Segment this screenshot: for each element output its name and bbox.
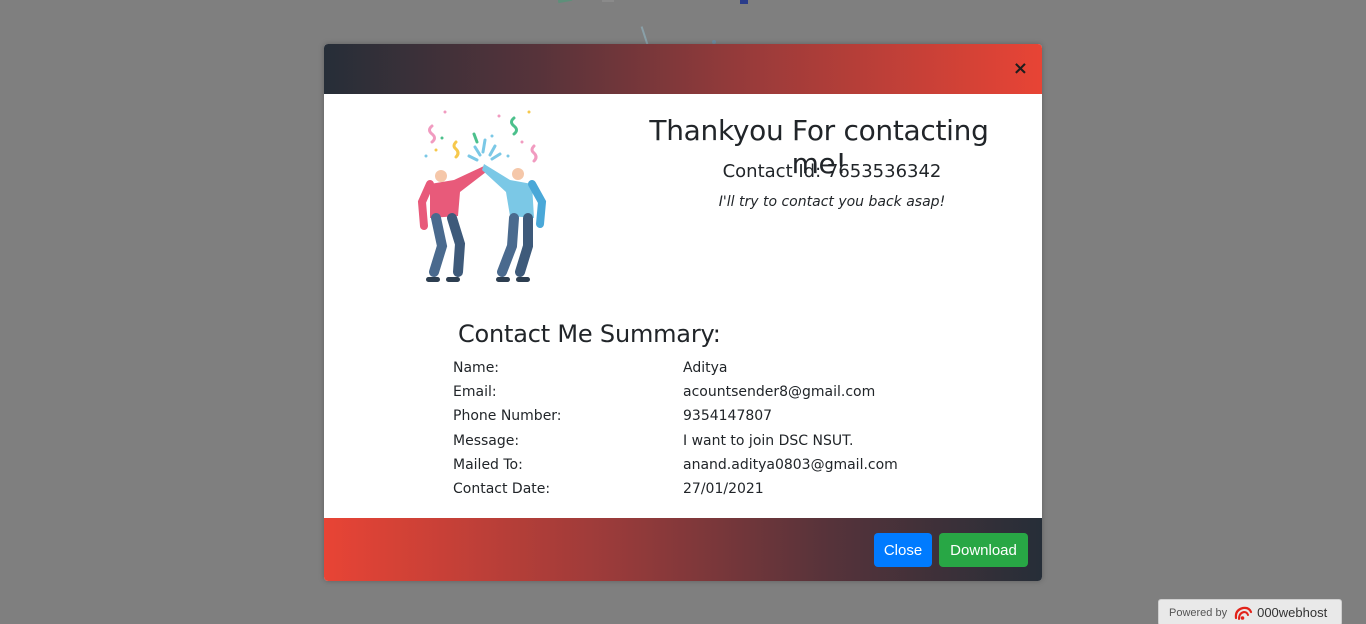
- summary-row-mailed-to: Mailed To: anand.aditya0803@gmail.com: [453, 453, 913, 477]
- contact-id: Contact Id: 7653536342: [722, 161, 942, 182]
- summary-value: 9354147807: [683, 408, 773, 425]
- summary-value: 27/01/2021: [683, 481, 764, 498]
- summary-row-phone: Phone Number: 9354147807: [453, 404, 913, 428]
- close-button[interactable]: Close: [874, 533, 932, 567]
- summary-label: Contact Date:: [453, 481, 551, 498]
- 000webhost-logo-icon: [1234, 606, 1253, 620]
- powered-by-badge[interactable]: Powered by 000webhost: [1158, 599, 1342, 624]
- summary-value: anand.aditya0803@gmail.com: [683, 456, 898, 473]
- powered-by-brand: 000webhost: [1257, 605, 1328, 620]
- summary-row-email: Email: acountsender8@gmail.com: [453, 380, 913, 404]
- summary-heading: Contact Me Summary:: [458, 320, 721, 348]
- modal-body: Thankyou For contacting me! Contact Id: …: [324, 94, 1042, 518]
- download-button[interactable]: Download: [939, 533, 1028, 567]
- summary-row-message: Message: I want to join DSC NSUT.: [453, 429, 913, 453]
- high-five-celebration-icon: [417, 110, 547, 282]
- summary-label: Phone Number:: [453, 408, 562, 425]
- reply-note: I'll try to contact you back asap!: [718, 194, 946, 210]
- summary-value: acountsender8@gmail.com: [683, 384, 876, 401]
- summary-value: I want to join DSC NSUT.: [683, 432, 854, 449]
- summary-row-date: Contact Date: 27/01/2021: [453, 477, 913, 501]
- summary-label: Mailed To:: [453, 456, 523, 473]
- close-icon[interactable]: ×: [1013, 60, 1028, 78]
- powered-by-text: Powered by: [1169, 606, 1228, 619]
- summary-table: Name: Aditya Email: acountsender8@gmail.…: [453, 356, 913, 501]
- modal-footer: Close Download: [324, 518, 1042, 581]
- summary-row-name: Name: Aditya: [453, 356, 913, 380]
- summary-label: Email:: [453, 384, 497, 401]
- summary-label: Name:: [453, 360, 500, 377]
- contact-thankyou-modal: × Thankyou For contacting me! Contact Id…: [324, 44, 1042, 581]
- modal-header: ×: [324, 44, 1042, 94]
- summary-value: Aditya: [683, 360, 728, 377]
- summary-label: Message:: [453, 432, 520, 449]
